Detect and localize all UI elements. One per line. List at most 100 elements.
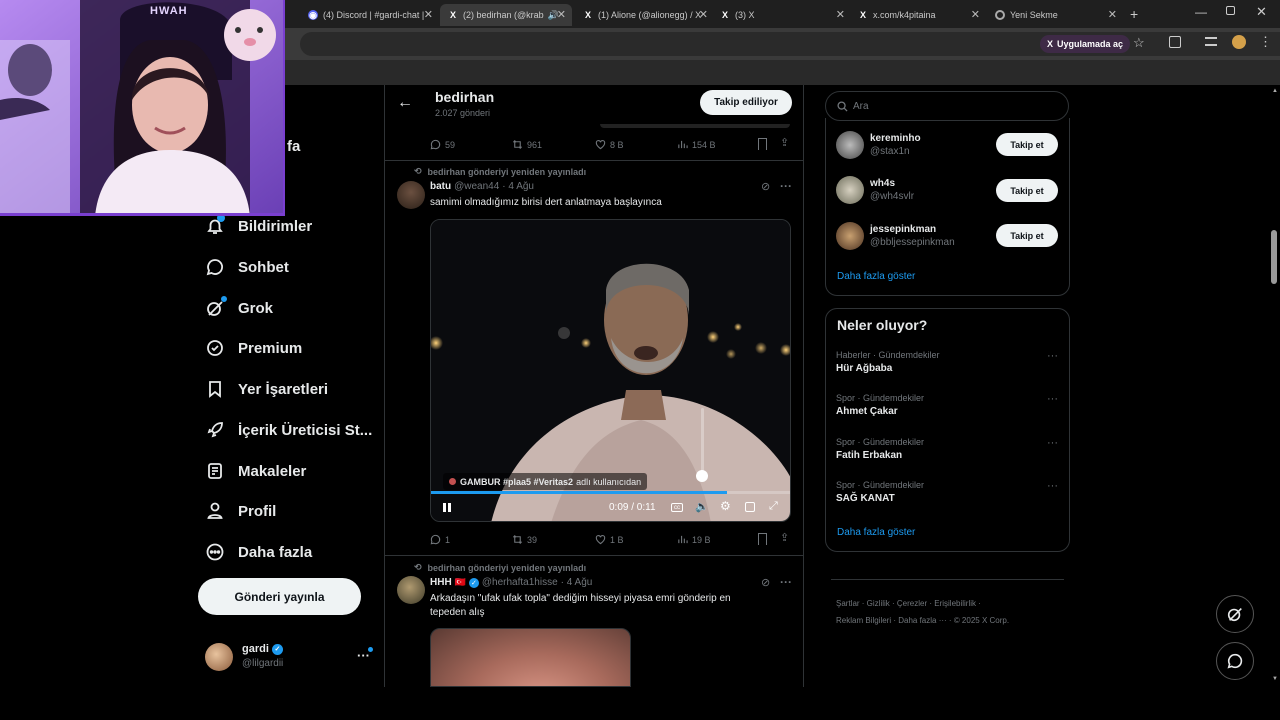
trend-more-icon[interactable]: ···	[1047, 393, 1058, 405]
views-button[interactable]: 154 B	[677, 139, 716, 150]
pip-icon[interactable]	[745, 502, 755, 512]
open-in-app-button[interactable]: X Uygulamada aç	[1040, 35, 1131, 53]
close-icon[interactable]: ✕	[557, 8, 566, 21]
share-icon[interactable]: ⇪	[780, 531, 789, 544]
footer-link[interactable]: Çerezler	[897, 599, 927, 608]
follow-suggestion[interactable]: jessepinkman @bbljessepinkman	[836, 222, 1000, 250]
back-arrow-icon[interactable]: ←	[397, 94, 413, 112]
close-icon[interactable]: ✕	[836, 8, 845, 21]
media-icon[interactable]	[1205, 37, 1217, 46]
scrollbar-thumb[interactable]	[1271, 230, 1277, 284]
sidebar-item-articles[interactable]: Makaleler	[205, 461, 306, 481]
avatar[interactable]	[836, 131, 864, 159]
tweet-time[interactable]: · 4 Ağu	[561, 577, 593, 588]
close-icon[interactable]: ✕	[424, 8, 433, 21]
reply-button[interactable]: 1	[430, 534, 450, 545]
following-button[interactable]: Takip ediliyor	[700, 90, 792, 115]
tab-new[interactable]: Yeni Sekme ✕	[995, 4, 1117, 26]
tweet-image[interactable]	[430, 628, 631, 687]
follow-suggestion[interactable]: wh4s @wh4svlr	[836, 176, 990, 204]
repost-button[interactable]: 39	[512, 534, 537, 545]
trend-more-icon[interactable]: ···	[1047, 437, 1058, 449]
tweet-time[interactable]: · 4 Ağu	[502, 181, 534, 192]
suggestion-name[interactable]: wh4s	[870, 178, 990, 189]
footer-link[interactable]: Daha fazla ···	[898, 616, 946, 625]
footer-link[interactable]: Gizlilik	[867, 599, 890, 608]
tweet-author[interactable]: batu	[430, 181, 451, 192]
tab-discord[interactable]: ◉ (4) Discord | #gardi-chat | ✕	[308, 4, 433, 26]
volume-slider-handle[interactable]	[696, 470, 708, 482]
grok-fab[interactable]	[1216, 595, 1254, 633]
scroll-up-icon[interactable]: ▲	[1272, 88, 1278, 94]
window-close-icon[interactable]: ✕	[1256, 4, 1267, 20]
video-progress-track[interactable]	[431, 491, 790, 494]
tweet-handle[interactable]: @wean44	[454, 181, 499, 192]
volume-icon[interactable]: 🔈	[695, 500, 709, 513]
grok-icon[interactable]: ⊘	[761, 180, 770, 193]
reply-button[interactable]: 59	[430, 139, 455, 150]
tab-alione[interactable]: X (1) Alione (@alionegg) / X ✕	[583, 4, 708, 26]
sidebar-item-creator-studio[interactable]: İçerik Üreticisi St...	[205, 420, 372, 440]
suggestion-name[interactable]: kereminho	[870, 133, 990, 144]
video-attribution[interactable]: GAMBUR #plaa5 #Veritas2 adlı kullanıcıda…	[443, 473, 648, 490]
close-icon[interactable]: ✕	[971, 8, 980, 21]
trend-item[interactable]: Spor · Gündemdekiler Ahmet Çakar ···	[836, 393, 1058, 417]
suggestion-name[interactable]: jessepinkman	[870, 224, 1000, 235]
profile-avatar-icon[interactable]	[1232, 35, 1246, 49]
messages-fab[interactable]	[1216, 642, 1254, 680]
footer-link[interactable]: Erişilebilirlik	[934, 599, 976, 608]
minimize-icon[interactable]: —	[1195, 5, 1207, 19]
tweet-more-icon[interactable]: ···	[780, 179, 792, 193]
tweet-author[interactable]: HHH	[430, 577, 452, 588]
tab-k4pitaina[interactable]: X x.com/k4pitaina ✕	[858, 4, 980, 26]
show-more-link[interactable]: Daha fazla göster	[837, 271, 915, 282]
page-scrollbar[interactable]: ▲ ▼	[1270, 88, 1278, 684]
tweet-more-icon[interactable]: ···	[780, 575, 792, 589]
footer-link[interactable]: Şartlar	[836, 599, 860, 608]
avatar[interactable]	[397, 181, 425, 209]
avatar[interactable]	[397, 576, 425, 604]
trend-item[interactable]: Spor · Gündemdekiler Fatih Erbakan ···	[836, 437, 1058, 461]
scroll-down-icon[interactable]: ▼	[1272, 676, 1278, 682]
like-button[interactable]: 1 B	[595, 534, 624, 545]
footer-link[interactable]: Reklam Bilgileri	[836, 616, 891, 625]
follow-button[interactable]: Takip et	[996, 179, 1058, 202]
new-tab-icon[interactable]: +	[1130, 6, 1138, 22]
sidebar-item-chat[interactable]: Sohbet	[205, 257, 289, 277]
search-input[interactable]: Ara	[825, 91, 1069, 121]
pause-icon[interactable]	[443, 503, 446, 512]
close-icon[interactable]: ✕	[1108, 8, 1117, 21]
volume-slider-track[interactable]	[701, 408, 704, 476]
like-button[interactable]: 8 B	[595, 139, 624, 150]
avatar[interactable]	[836, 222, 864, 250]
follow-suggestion[interactable]: kereminho @stax1n	[836, 131, 990, 159]
sidebar-item-grok[interactable]: Grok	[205, 298, 273, 318]
views-button[interactable]: 19 B	[677, 534, 711, 545]
trend-more-icon[interactable]: ···	[1047, 350, 1058, 362]
sidebar-item-bookmarks[interactable]: Yer İşaretleri	[205, 379, 328, 399]
share-icon[interactable]: ⇪	[780, 136, 789, 149]
grok-icon[interactable]: ⊘	[761, 576, 770, 589]
sidebar-item-profile[interactable]: Profil	[205, 501, 276, 521]
star-icon[interactable]: ☆	[1133, 35, 1145, 51]
follow-button[interactable]: Takip et	[996, 133, 1058, 156]
fullscreen-icon[interactable]: ⤢	[769, 500, 778, 513]
bookmark-icon[interactable]	[758, 138, 767, 150]
tab-bedirhan[interactable]: X (2) bedirhan (@krab 🔊 ✕	[440, 4, 572, 26]
captions-icon[interactable]: cc	[671, 503, 683, 512]
sidebar-item-more[interactable]: Daha fazla	[205, 542, 312, 562]
avatar[interactable]	[205, 643, 233, 671]
menu-icon[interactable]: ⋮	[1259, 34, 1272, 50]
close-icon[interactable]: ✕	[699, 8, 708, 21]
sidebar-item-premium[interactable]: Premium	[205, 338, 302, 358]
restore-icon[interactable]	[1226, 6, 1235, 15]
extensions-icon[interactable]	[1169, 36, 1181, 48]
video-player[interactable]: GAMBUR #plaa5 #Veritas2 adlı kullanıcıda…	[430, 219, 791, 522]
tab-x[interactable]: X (3) X ✕	[720, 4, 845, 26]
avatar[interactable]	[836, 176, 864, 204]
trend-more-icon[interactable]: ···	[1047, 480, 1058, 492]
follow-button[interactable]: Takip et	[996, 224, 1058, 247]
tweet-handle[interactable]: @herhafta1hisse	[482, 577, 558, 588]
settings-icon[interactable]: ⚙	[720, 499, 731, 513]
repost-button[interactable]: 961	[512, 139, 542, 150]
